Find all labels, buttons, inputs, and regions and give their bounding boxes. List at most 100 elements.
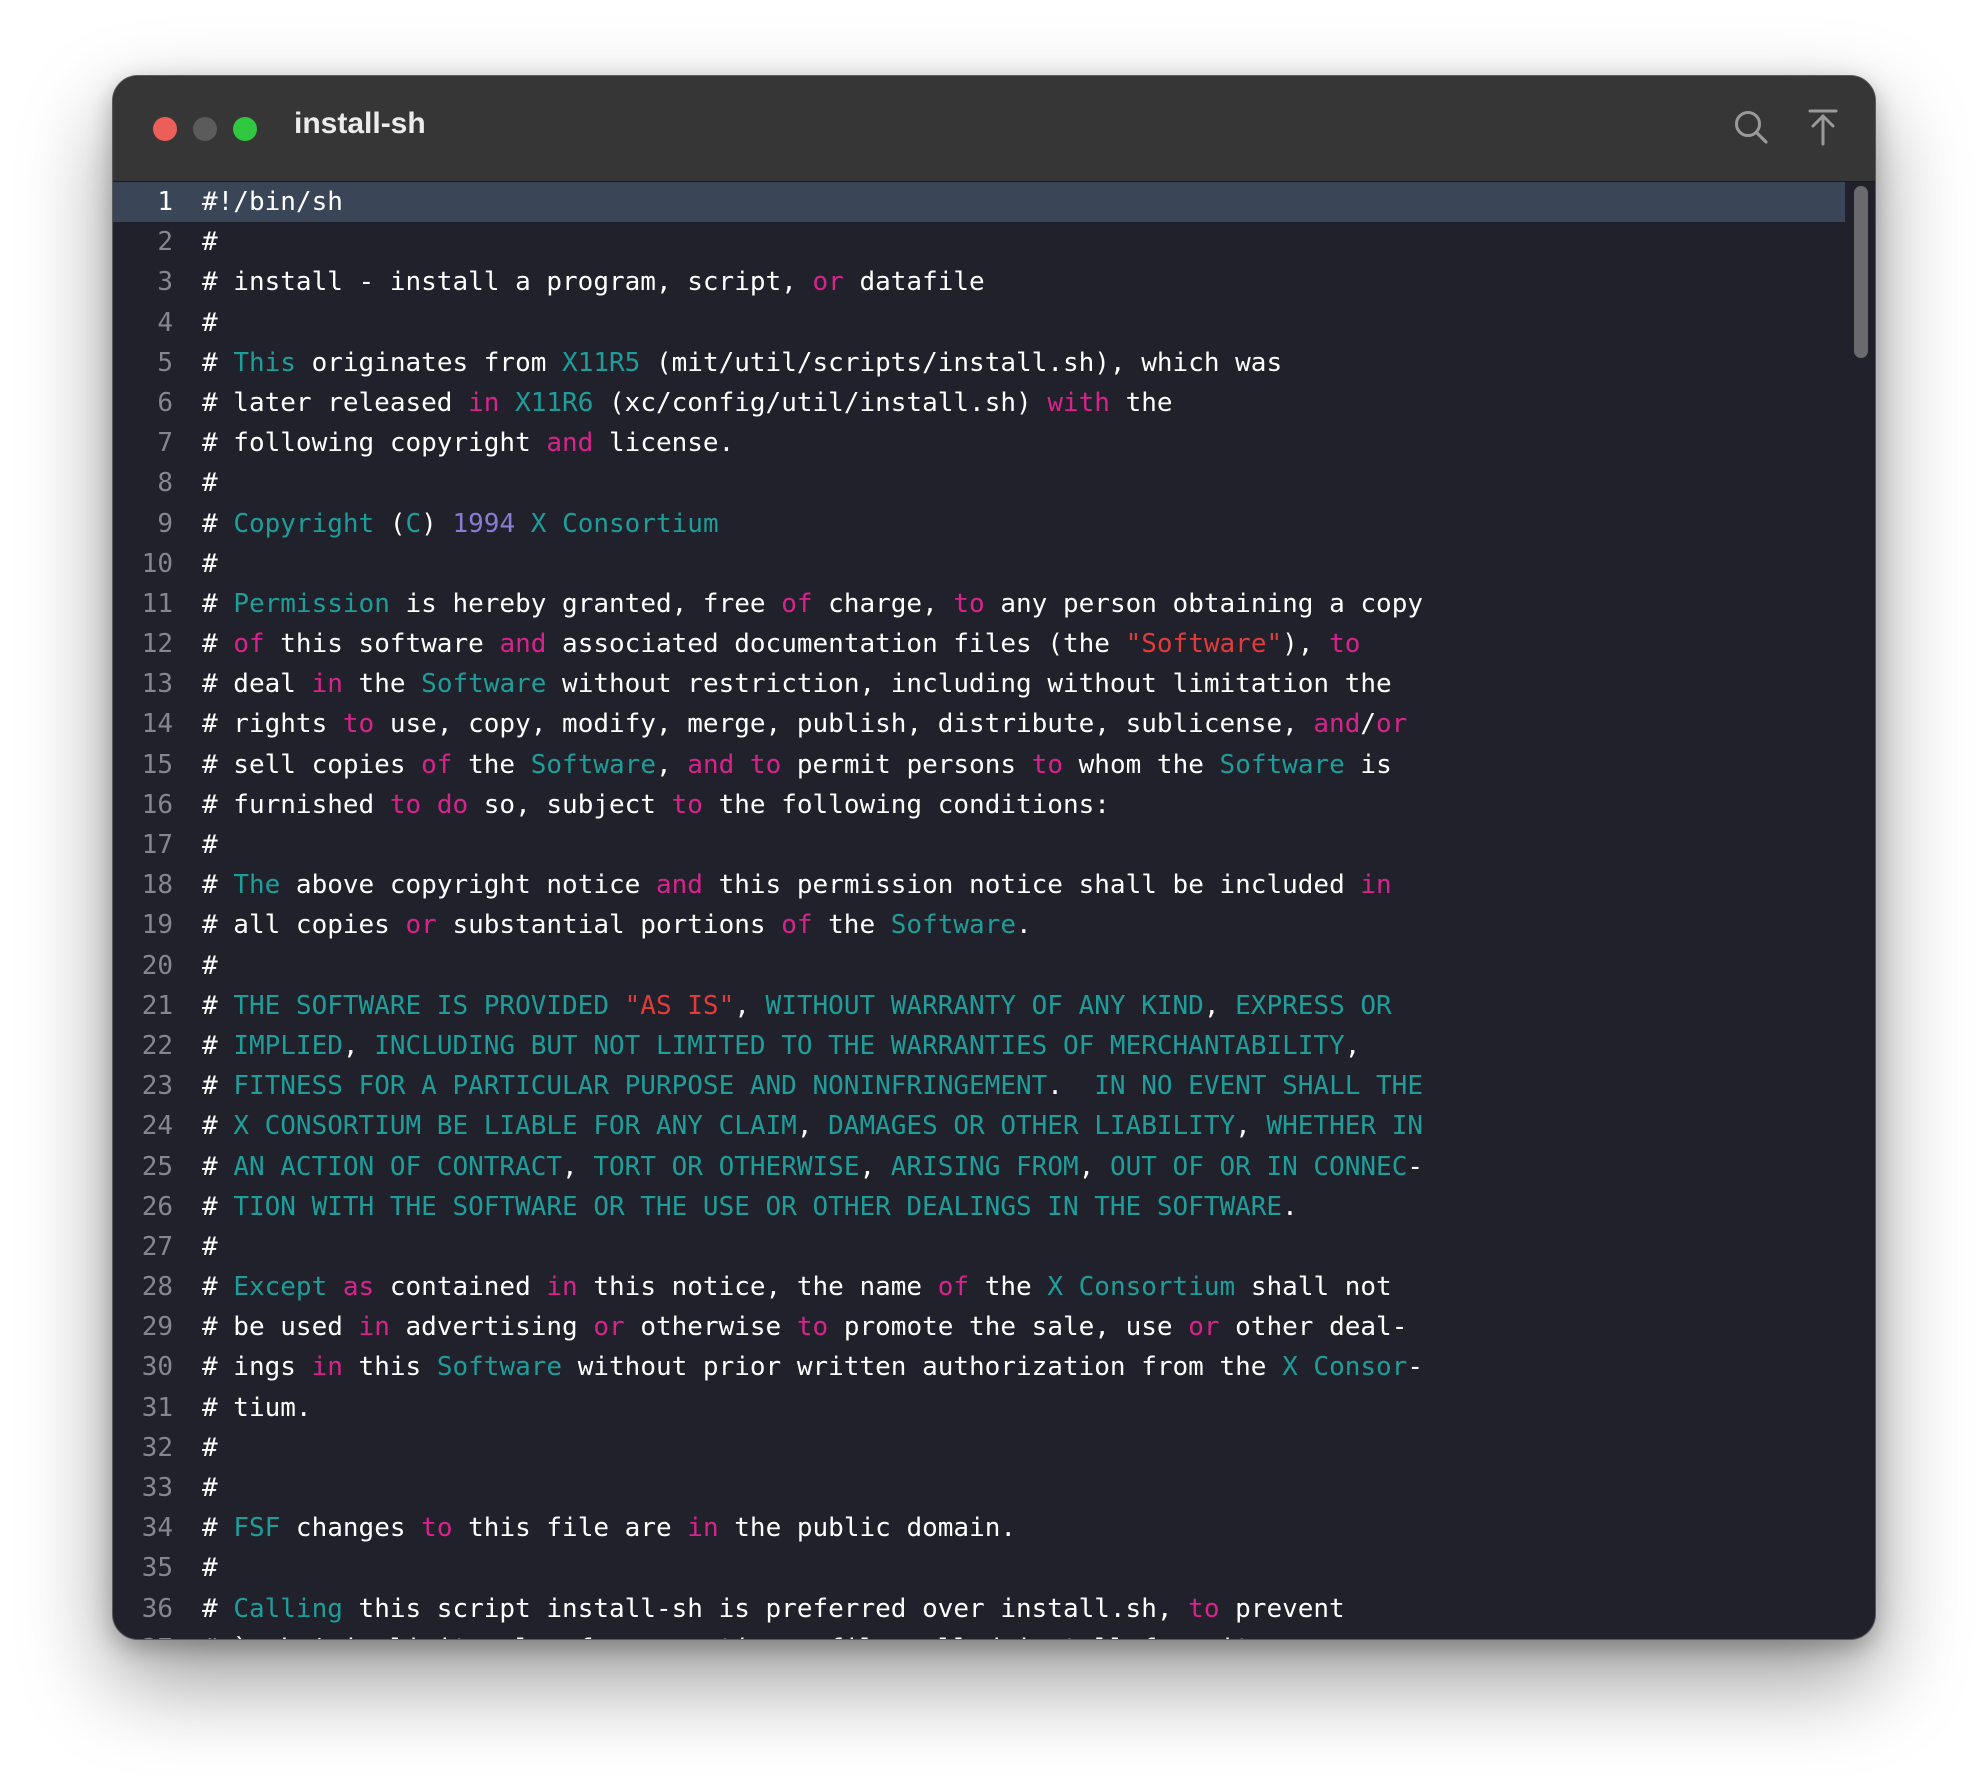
code-token: in — [358, 1312, 390, 1343]
line-text: # This originates from X11R5 (mit/util/s… — [202, 343, 1282, 383]
code-token: is hereby granted, free — [389, 588, 782, 619]
code-token: the — [969, 1272, 1048, 1303]
close-button[interactable] — [153, 117, 177, 141]
code-line[interactable]: 28 # Except as contained in this notice, … — [113, 1267, 1875, 1307]
code-line[interactable]: 17 # — [113, 825, 1875, 865]
code-line[interactable]: 9 # Copyright (C) 1994 X Consortium — [113, 504, 1875, 544]
code-line[interactable]: 11 # Permission is hereby granted, free o… — [113, 584, 1875, 624]
code-token: use, copy, modify, merge, publish, distr… — [374, 709, 1314, 740]
line-text: # Permission is hereby granted, free of … — [202, 584, 1423, 624]
code-line[interactable]: 33 # — [113, 1468, 1875, 1508]
code-token: , — [859, 1151, 891, 1182]
code-token: # — [202, 1111, 234, 1142]
code-token: otherwise — [624, 1312, 797, 1343]
line-number: 15 — [141, 749, 173, 780]
search-icon[interactable] — [1731, 107, 1771, 147]
code-token: ) — [421, 508, 453, 539]
line-text: # furnished to do so, subject to the fol… — [202, 785, 1110, 825]
line-text: # THE SOFTWARE IS PROVIDED "AS IS", WITH… — [202, 986, 1392, 1026]
code-line[interactable]: 36 # Calling this script install-sh is pr… — [113, 1589, 1875, 1629]
code-line[interactable]: 25 # AN ACTION OF CONTRACT, TORT OR OTHER… — [113, 1147, 1875, 1187]
code-token: # — [202, 830, 218, 860]
code-line[interactable]: 1 #!/bin/sh — [113, 182, 1845, 223]
vertical-scrollbar[interactable] — [1854, 186, 1868, 358]
code-token: , — [796, 1111, 829, 1142]
code-token: , — [342, 1030, 375, 1061]
code-line[interactable]: 10 # — [113, 544, 1875, 584]
code-line[interactable]: 31 # tium. — [113, 1388, 1875, 1428]
code-line[interactable]: 8 # — [113, 463, 1875, 503]
code-line[interactable]: 19 # all copies or substantial portions o… — [113, 905, 1875, 945]
minimize-button[interactable] — [193, 117, 217, 141]
line-number: 27 — [141, 1231, 173, 1262]
code-line[interactable]: 26 # TION WITH THE SOFTWARE OR THE USE OR… — [113, 1187, 1875, 1227]
code-token: # — [202, 1272, 234, 1303]
code-token: do — [436, 789, 469, 820]
code-line[interactable]: 24 # X CONSORTIUM BE LIABLE FOR ANY CLAIM… — [113, 1106, 1875, 1146]
code-line[interactable]: 7 # following copyright and license. — [113, 423, 1875, 463]
code-token: this software — [264, 629, 500, 660]
line-number: 35 — [141, 1553, 173, 1584]
code-token: Software — [421, 669, 547, 700]
code-token: in — [1360, 870, 1392, 901]
line-number: 17 — [141, 830, 173, 860]
code-line[interactable]: 6 # later released in X11R6 (xc/config/ut… — [113, 383, 1875, 423]
window-title: install-sh — [294, 107, 426, 140]
code-line[interactable]: 12 # of this software and associated docu… — [113, 624, 1875, 664]
line-text: # — [202, 1468, 218, 1508]
code-token: promote the sale, use — [828, 1312, 1189, 1343]
code-line[interactable]: 27 # — [113, 1227, 1875, 1267]
code-token: to — [421, 1513, 453, 1544]
code-line[interactable]: 2 # — [113, 222, 1875, 262]
code-line[interactable]: 16 # furnished to do so, subject to the f… — [113, 785, 1875, 825]
code-token: any person obtaining a copy — [984, 588, 1424, 619]
code-line[interactable]: 22 # IMPLIED, INCLUDING BUT NOT LIMITED T… — [113, 1026, 1875, 1066]
code-line[interactable]: 30 # ings in this Software without prior … — [113, 1347, 1875, 1387]
line-number: 31 — [141, 1392, 173, 1423]
line-number: 33 — [141, 1473, 173, 1503]
line-text: # rights to use, copy, modify, merge, pu… — [202, 704, 1407, 744]
code-token: # — [202, 508, 234, 539]
code-line[interactable]: 18 # The above copyright notice and this … — [113, 865, 1875, 905]
code-token: Permission — [233, 588, 390, 619]
code-line[interactable]: 29 # be used in advertising or otherwise … — [113, 1307, 1875, 1347]
code-line[interactable]: 4 # — [113, 303, 1875, 343]
code-token: X11R5 — [562, 347, 641, 378]
code-line[interactable]: 15 # sell copies of the Software, and to … — [113, 745, 1875, 785]
code-line[interactable]: 34 # FSF changes to this file are in the … — [113, 1508, 1875, 1548]
title-bar: install-sh — [113, 76, 1875, 182]
code-editor[interactable]: 1 #!/bin/sh 2 #3 # install - install a progr… — [113, 182, 1875, 1639]
line-number: 6 — [157, 387, 173, 418]
code-token: # tium. — [202, 1392, 312, 1423]
line-number: 29 — [141, 1312, 173, 1343]
line-text: # be used in advertising or otherwise to… — [202, 1307, 1407, 1347]
code-line[interactable]: 13 # deal in the Software without restric… — [113, 664, 1875, 704]
code-line[interactable]: 20 # — [113, 946, 1875, 986]
code-token: # install - install a program, script, — [202, 267, 813, 298]
code-token: in — [468, 387, 500, 418]
code-token: the — [812, 910, 891, 941]
line-text: # — [202, 1227, 218, 1267]
code-token: Copyright — [233, 508, 375, 539]
code-line[interactable]: 23 # FITNESS FOR A PARTICULAR PURPOSE AND… — [113, 1066, 1875, 1106]
maximize-button[interactable] — [233, 117, 257, 141]
code-line[interactable]: 32 # — [113, 1428, 1875, 1468]
line-number: 12 — [141, 629, 173, 660]
scroll-to-top-icon[interactable] — [1803, 107, 1843, 147]
line-number: 20 — [141, 950, 173, 981]
code-line[interactable]: 21 # THE SOFTWARE IS PROVIDED "AS IS", WI… — [113, 986, 1875, 1026]
code-line[interactable]: 37 # `make' implicit rules from creating … — [113, 1629, 1875, 1639]
code-token: X Consortium — [530, 508, 719, 539]
code-line[interactable]: 5 # This originates from X11R5 (mit/util/… — [113, 343, 1875, 383]
code-line[interactable]: 14 # rights to use, copy, modify, merge, … — [113, 704, 1875, 744]
code-token: # — [202, 950, 218, 981]
line-text: # IMPLIED, INCLUDING BUT NOT LIMITED TO … — [202, 1026, 1360, 1066]
line-number: 7 — [157, 428, 173, 459]
code-line[interactable]: 3 # install - install a program, script, … — [113, 262, 1875, 302]
code-token: X11R6 — [515, 387, 594, 418]
code-line[interactable]: 35 # — [113, 1548, 1875, 1588]
line-number: 4 — [157, 307, 173, 338]
line-text: # AN ACTION OF CONTRACT, TORT OR OTHERWI… — [202, 1147, 1423, 1187]
